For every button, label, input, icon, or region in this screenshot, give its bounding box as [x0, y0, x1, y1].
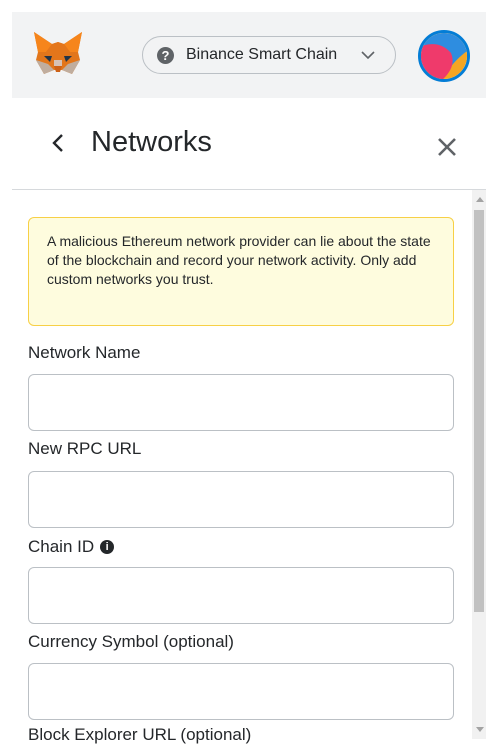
scroll-down-arrow-icon[interactable]	[476, 727, 484, 732]
jazzicon-icon	[421, 33, 467, 79]
network-name-label: Binance Smart Chain	[186, 46, 338, 63]
header-divider	[12, 189, 486, 190]
rpc-url-label-text: New RPC URL	[28, 439, 142, 458]
account-avatar[interactable]	[418, 30, 470, 82]
network-name-label: Network Name	[28, 343, 140, 363]
close-icon[interactable]	[436, 136, 458, 158]
question-circle-icon: ?	[157, 46, 174, 64]
scroll-up-arrow-icon[interactable]	[476, 197, 484, 202]
security-warning: A malicious Ethereum network provider ca…	[28, 217, 454, 326]
info-icon[interactable]: i	[100, 540, 115, 554]
back-chevron-icon[interactable]	[50, 131, 66, 155]
warning-text: A malicious Ethereum network provider ca…	[47, 233, 431, 287]
metamask-fox-icon[interactable]	[32, 30, 84, 78]
chain-id-label: Chain ID i	[28, 537, 115, 557]
scrollbar-thumb[interactable]	[474, 210, 484, 612]
network-selector[interactable]: ? Binance Smart Chain	[142, 36, 396, 74]
currency-symbol-input[interactable]	[28, 663, 454, 720]
network-name-input[interactable]	[28, 374, 454, 431]
currency-symbol-label: Currency Symbol (optional)	[28, 632, 234, 652]
chain-id-label-text: Chain ID	[28, 537, 95, 556]
chain-id-input[interactable]	[28, 567, 454, 624]
rpc-url-label: New RPC URL	[28, 439, 141, 459]
block-explorer-label: Block Explorer URL (optional)	[28, 725, 251, 745]
currency-symbol-label-text: Currency Symbol (optional)	[28, 632, 234, 651]
network-name-label-text: Network Name	[28, 343, 141, 362]
page-title: Networks	[91, 126, 212, 158]
rpc-url-input[interactable]	[28, 471, 454, 528]
chevron-down-icon	[361, 51, 375, 60]
block-explorer-label-text: Block Explorer URL (optional)	[28, 725, 252, 744]
